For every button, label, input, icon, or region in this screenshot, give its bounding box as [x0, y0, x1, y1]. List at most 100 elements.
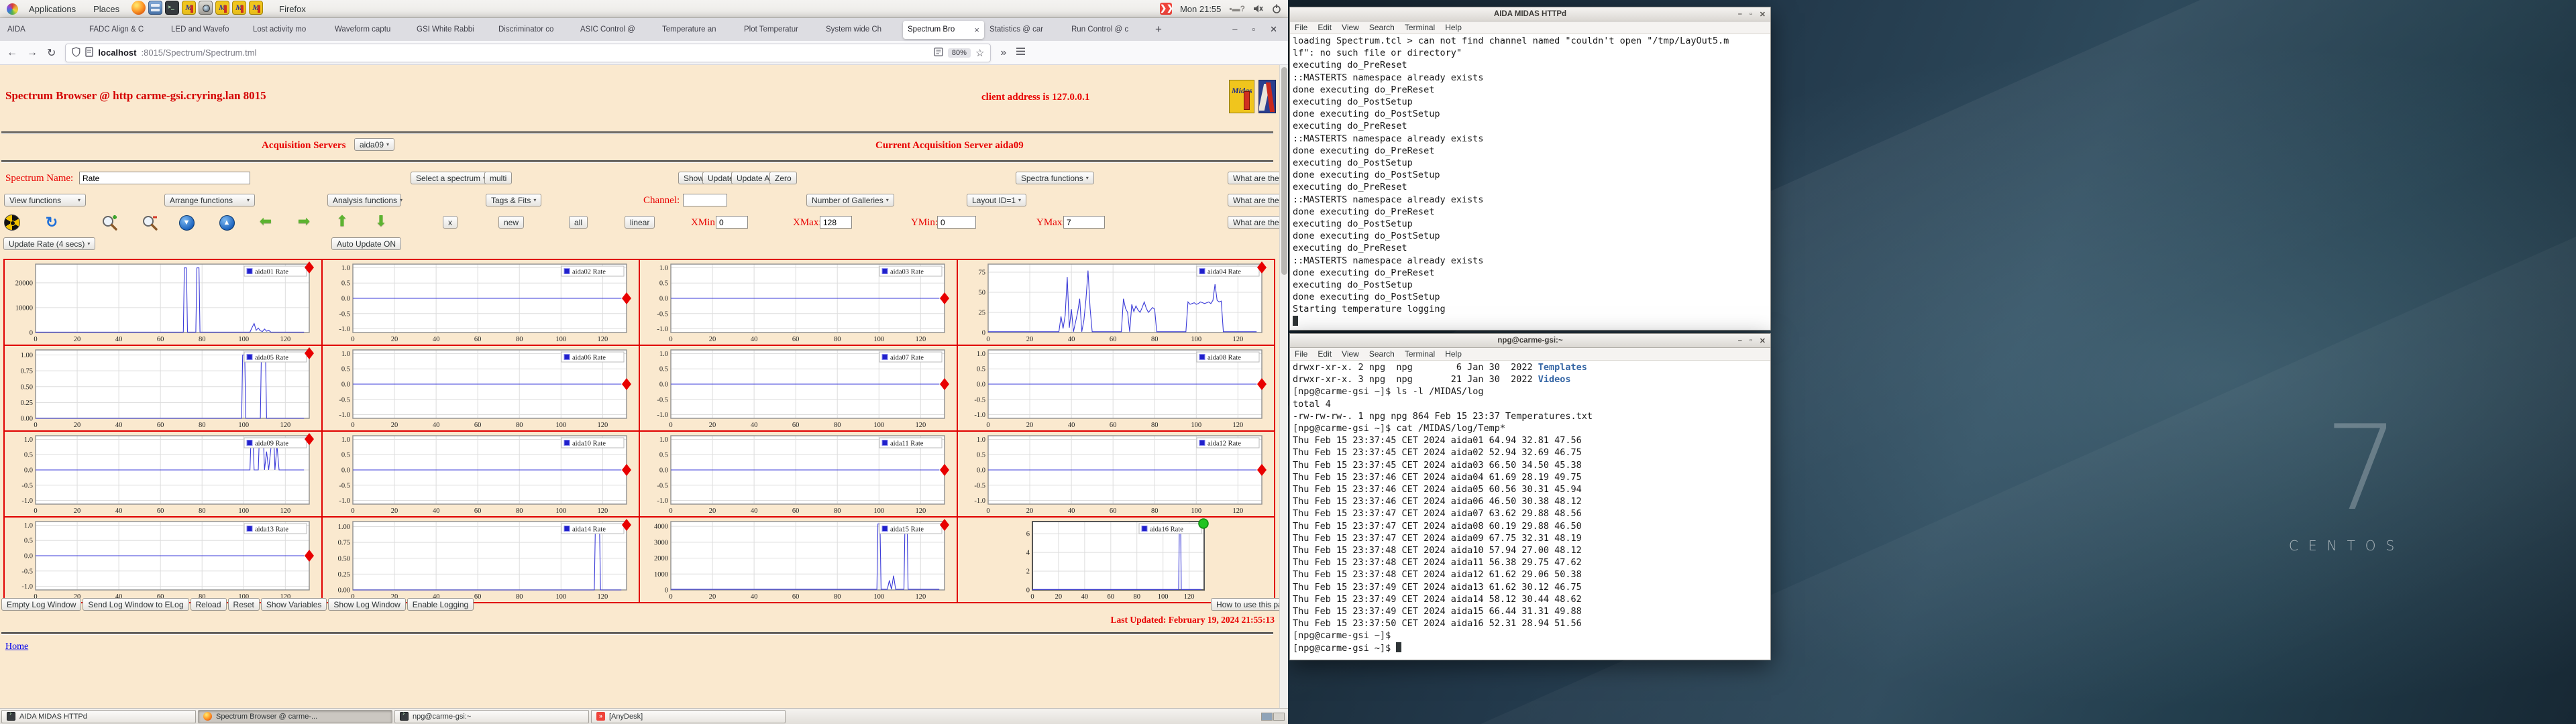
terminal-menu-view[interactable]: View [1342, 349, 1359, 359]
channel-input[interactable] [683, 194, 727, 206]
reset-button[interactable]: Reset [227, 598, 260, 611]
new-tab-button[interactable]: + [1148, 23, 1169, 36]
spectrum-plot-aida13[interactable]: 0 20 40 60 80 100 120 1.0 0.5 0.0 -0.5 -1.0 aida13 R… [5, 518, 321, 602]
xmin-input[interactable] [716, 216, 748, 229]
close-button[interactable]: ✕ [1270, 24, 1277, 35]
terminal-titlebar[interactable]: AIDA MIDAS HTTPd – ▫ ✕ [1290, 7, 1770, 21]
spectrum-plot-aida07[interactable]: 0 20 40 60 80 100 120 1.0 0.5 0.0 -0.5 -1.0 aida07 R… [640, 346, 957, 430]
spectrum-plot-aida02[interactable]: 0 20 40 60 80 100 120 1.0 0.5 0.0 -0.5 -1.0 aida02 R… [322, 260, 639, 345]
distro-menu-icon[interactable] [7, 3, 18, 15]
spectrum-plot-aida10[interactable]: 0 20 40 60 80 100 120 1.0 0.5 0.0 -0.5 -1.0 aida10 R… [322, 432, 639, 516]
file-manager-launcher-icon[interactable] [148, 1, 163, 15]
firefox-launcher-icon[interactable] [131, 1, 146, 15]
overflow-menu-icon[interactable]: » [1000, 47, 1006, 59]
browser-tab[interactable]: Run Control @ c [1067, 21, 1148, 39]
zoom-out-icon[interactable] [141, 214, 158, 231]
zoom-level-badge[interactable]: 80% [947, 48, 971, 58]
auto-update-toggle[interactable]: Auto Update ON [331, 237, 402, 250]
xmax-input[interactable] [820, 216, 852, 229]
arrange-functions-dropdown[interactable]: Arrange functions ▾ [164, 194, 255, 206]
browser-tab[interactable]: FADC Align & C [85, 21, 166, 39]
terminal-output[interactable]: drwxr-xr-x. 2 npg npg 6 Jan 30 2022 Temp… [1290, 361, 1770, 660]
power-icon[interactable] [1272, 4, 1281, 13]
terminal-menu-file[interactable]: File [1295, 23, 1307, 32]
multi-button[interactable]: multi [484, 172, 513, 184]
analysis-functions-dropdown[interactable]: Analysis functions ▾ [327, 194, 402, 206]
layout-dropdown[interactable]: Layout ID=1 ▾ [967, 194, 1027, 206]
midas-logo[interactable]: Midas [1229, 80, 1254, 113]
volume-muted-icon[interactable] [1253, 4, 1264, 13]
terminal-menu-terminal[interactable]: Terminal [1405, 23, 1435, 32]
close-button[interactable]: ✕ [1760, 337, 1766, 345]
pan-down-icon[interactable]: ⬇ [372, 213, 390, 230]
minimize-button[interactable]: – [1738, 337, 1742, 345]
spectrum-plot-aida09[interactable]: 0 20 40 60 80 100 120 1.0 0.5 0.0 -0.5 -1.0 aida09 R… [5, 432, 321, 516]
spectrum-plot-aida16[interactable]: 0 20 40 60 80 100 120 0 2 4 6 aida16 Rate [957, 518, 1274, 602]
back-button[interactable]: ← [7, 47, 17, 59]
terminal-menu-terminal[interactable]: Terminal [1405, 349, 1435, 359]
bookmark-star-icon[interactable]: ☆ [975, 47, 984, 59]
compress-y-icon[interactable]: ▼ [178, 214, 195, 231]
places-menu[interactable]: Places [87, 3, 126, 15]
restore-button[interactable]: ▫ [1750, 337, 1752, 345]
browser-tab[interactable]: Discriminator co [494, 21, 575, 39]
pan-up-icon[interactable]: ⬆ [333, 213, 351, 230]
midas-launcher-icon[interactable] [232, 1, 247, 15]
terminal-output[interactable]: loading Spectrum.tcl > can not find chan… [1290, 34, 1770, 330]
spectrum-plot-aida11[interactable]: 0 20 40 60 80 100 120 1.0 0.5 0.0 -0.5 -1.0 aida11 R… [640, 432, 957, 516]
browser-tab[interactable]: Statistics @ car [985, 21, 1066, 39]
spectrum-plot-aida12[interactable]: 0 20 40 60 80 100 120 1.0 0.5 0.0 -0.5 -1.0 aida12 R… [957, 432, 1274, 516]
refresh-icon[interactable]: ↻ [43, 214, 60, 231]
acquisition-server-select[interactable]: aida09 ▾ [354, 138, 395, 151]
network-icon[interactable]: ▪▬? [1229, 4, 1245, 13]
scrollbar-thumb[interactable] [1281, 67, 1287, 275]
terminal-menu-file[interactable]: File [1295, 349, 1307, 359]
midas-launcher-icon[interactable] [182, 1, 197, 15]
pan-left-icon[interactable]: ⬅ [257, 213, 274, 230]
browser-tab[interactable]: Waveform captu [330, 21, 411, 39]
minimize-button[interactable]: – [1738, 10, 1742, 18]
browser-tab[interactable]: Temperature an [657, 21, 739, 39]
workspace-pager[interactable] [1261, 712, 1285, 721]
terminal-menu-search[interactable]: Search [1369, 349, 1395, 359]
show-variables-button[interactable]: Show Variables [260, 598, 327, 611]
terminal-menu-search[interactable]: Search [1369, 23, 1395, 32]
browser-tab[interactable]: ASIC Control @ [576, 21, 657, 39]
browser-tab[interactable]: LED and Wavefo [166, 21, 248, 39]
minimize-button[interactable]: – [1232, 24, 1237, 35]
show-log-window-button[interactable]: Show Log Window [328, 598, 406, 611]
shield-icon[interactable] [72, 46, 80, 59]
spectrum-plot-aida08[interactable]: 0 20 40 60 80 100 120 1.0 0.5 0.0 -0.5 -1.0 aida08 R… [957, 346, 1274, 430]
tags-fits-dropdown[interactable]: Tags & Fits ▾ [486, 194, 542, 206]
browser-tab[interactable]: Plot Temperatur [739, 21, 820, 39]
galleries-dropdown[interactable]: Number of Galleries ▾ [806, 194, 894, 206]
empty-log-window-button[interactable]: Empty Log Window [1, 598, 82, 611]
browser-tab[interactable]: System wide Ch [821, 21, 902, 39]
page-scrollbar[interactable] [1279, 65, 1288, 708]
linear-button[interactable]: linear [625, 216, 655, 229]
taskbar-button-npg-carme-gsi-[interactable]: npg@carme-gsi:~ [394, 709, 589, 723]
ymax-input[interactable] [1063, 216, 1105, 229]
spectra-functions-dropdown[interactable]: Spectra functions ▾ [1016, 172, 1094, 184]
spectrum-plot-aida04[interactable]: 0 20 40 60 80 100 120 0 25 50 75 aida04 Rate [957, 260, 1274, 345]
ymin-input[interactable] [937, 216, 976, 229]
browser-tab[interactable]: Spectrum Bro × [903, 20, 984, 39]
send-log-window-to-elog-button[interactable]: Send Log Window to ELog [83, 598, 189, 611]
midas-launcher-icon[interactable] [215, 1, 230, 15]
browser-tab[interactable]: AIDA [3, 21, 84, 39]
update-rate-dropdown[interactable]: Update Rate (4 secs) ▾ [3, 237, 96, 250]
x-button[interactable]: x [443, 216, 458, 229]
anydesk-tray-icon[interactable]: ❯❯ [1159, 3, 1173, 15]
taskbar-button-aida-midas-httpd[interactable]: AIDA MIDAS HTTPd [1, 709, 196, 723]
spectrum-plot-aida15[interactable]: 0 20 40 60 80 100 120 0 1000 2000 3000 4000 aida15 R… [640, 518, 957, 602]
reload-button[interactable]: ↻ [47, 46, 56, 60]
terminal-menu-help[interactable]: Help [1445, 23, 1462, 32]
terminal-launcher-icon[interactable] [165, 1, 180, 15]
midas-launcher-icon[interactable] [249, 1, 264, 15]
restore-button[interactable]: ▫ [1252, 24, 1255, 35]
midas-logo-2[interactable] [1258, 80, 1276, 113]
hamburger-menu-icon[interactable] [1016, 47, 1026, 59]
reload-button[interactable]: Reload [190, 598, 227, 611]
applications-menu[interactable]: Applications [22, 3, 83, 15]
browser-tab[interactable]: GSI White Rabbi [412, 21, 493, 39]
